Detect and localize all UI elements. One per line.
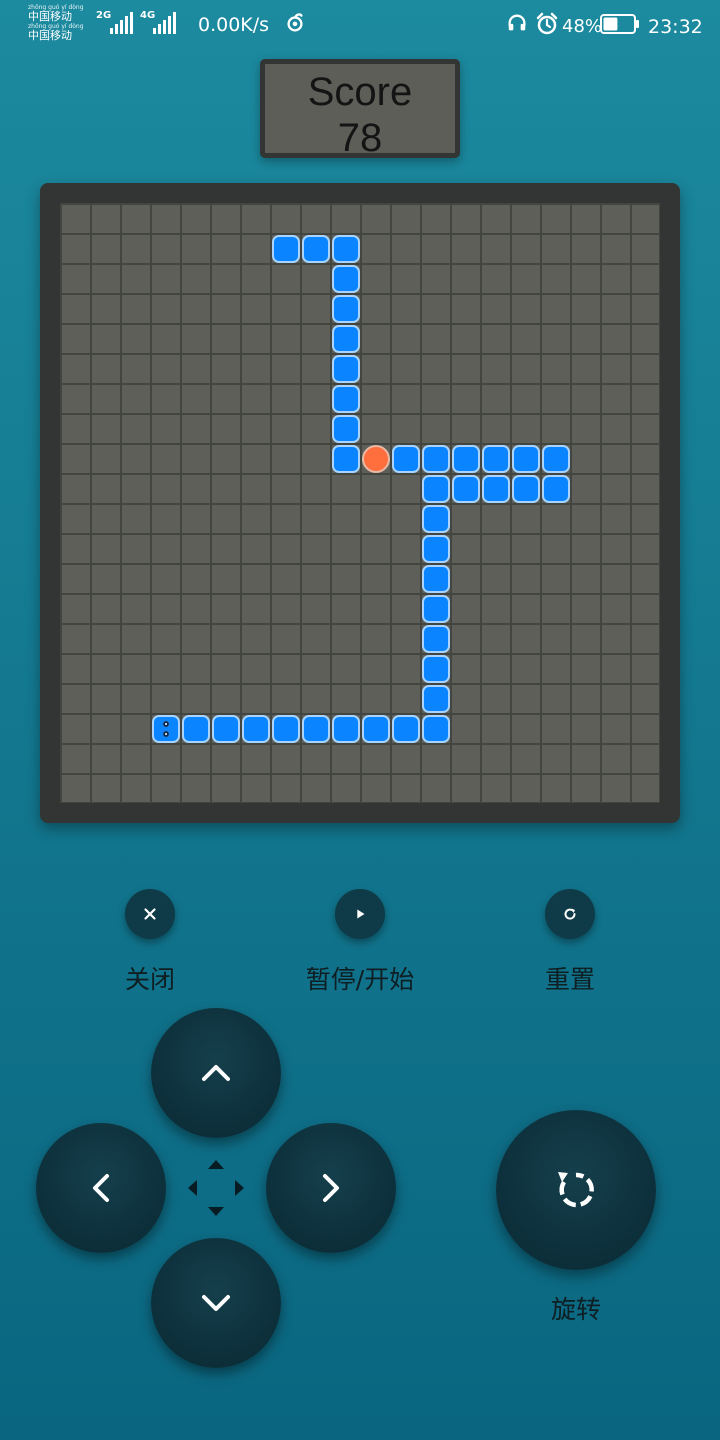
- status-bar: zhōng guó yí dòng 中国移动 zhōng guó yí dòng…: [0, 0, 720, 52]
- snake-segment: [272, 235, 300, 263]
- rotate-icon: [558, 1172, 594, 1208]
- snake-segment: [332, 295, 360, 323]
- snake-eye: [163, 731, 169, 737]
- score-label: Score: [307, 70, 413, 114]
- battery-icon: [600, 14, 639, 34]
- snake-segment: [422, 625, 450, 653]
- snake-segment: [422, 715, 450, 743]
- score-display: Score 78: [260, 59, 460, 158]
- net-speed: 0.00K/s: [198, 14, 270, 36]
- right-button[interactable]: [266, 1123, 396, 1253]
- snake-segment: [422, 655, 450, 683]
- snake-eye: [163, 721, 169, 727]
- rotate-label: 旋转: [550, 1295, 601, 1324]
- snake-segment: [422, 505, 450, 533]
- carrier-pinyin-2: zhōng guó yí dòng: [28, 23, 84, 30]
- snake-segment: [302, 715, 330, 743]
- snake-segment: [332, 445, 360, 473]
- carrier-info: zhōng guó yí dòng 中国移动 zhōng guó yí dòng…: [28, 4, 84, 42]
- play-icon: [357, 909, 365, 919]
- snake-segment: [422, 595, 450, 623]
- snake-segment: [542, 445, 570, 473]
- snake-segment: [452, 445, 480, 473]
- rotate-button[interactable]: [496, 1110, 656, 1270]
- wind-icon: [287, 13, 303, 32]
- refresh-icon: [564, 908, 576, 920]
- snake-segment: [422, 445, 450, 473]
- chevron-up-icon: [202, 1065, 230, 1081]
- snake-segment: [332, 265, 360, 293]
- snake-segment: [332, 355, 360, 383]
- snake-segment: [512, 445, 540, 473]
- headset-icon: [508, 14, 526, 31]
- carrier-name-2: 中国移动: [28, 29, 72, 42]
- close-icon: [144, 908, 156, 920]
- snake-segment: [212, 715, 240, 743]
- game-board-frame: [40, 183, 680, 823]
- snake-segment: [392, 715, 420, 743]
- snake-segment: [302, 235, 330, 263]
- snake-segment: [422, 535, 450, 563]
- snake-segment: [332, 325, 360, 353]
- snake-segment: [482, 445, 510, 473]
- left-button[interactable]: [36, 1123, 166, 1253]
- pause-start-button[interactable]: [335, 889, 385, 939]
- snake-segment: [272, 715, 300, 743]
- snake-segment: [182, 715, 210, 743]
- snake-segment: [422, 475, 450, 503]
- score-value: 78: [337, 116, 383, 158]
- snake-segment: [332, 385, 360, 413]
- alarm-icon: [536, 12, 558, 35]
- snake-segment: [242, 715, 270, 743]
- snake-segment: [452, 475, 480, 503]
- clock: 23:32: [648, 16, 703, 38]
- carrier-pinyin-1: zhōng guó yí dòng: [28, 4, 84, 11]
- snake-segment: [512, 475, 540, 503]
- snake-segment: [482, 475, 510, 503]
- close-label: 关闭: [124, 965, 175, 994]
- up-button[interactable]: [151, 1008, 281, 1138]
- pause-start-label: 暂停/开始: [305, 965, 415, 994]
- signal-icon: [110, 12, 133, 34]
- signal-icon-2: [153, 12, 176, 34]
- close-button[interactable]: [125, 889, 175, 939]
- snake-segment: [392, 445, 420, 473]
- snake-segment: [422, 565, 450, 593]
- game-board: [60, 203, 660, 803]
- dpad-arrows-icon: [188, 1160, 244, 1216]
- network-type-2g: 2G: [96, 10, 112, 21]
- snake-segment: [422, 685, 450, 713]
- reset-button[interactable]: [545, 889, 595, 939]
- carrier-name-1: 中国移动: [28, 10, 72, 23]
- chevron-down-icon: [202, 1295, 230, 1311]
- snake-segment: [332, 235, 360, 263]
- chevron-left-icon: [93, 1174, 109, 1202]
- battery-percent: 48%: [562, 16, 603, 37]
- snake-segment: [332, 715, 360, 743]
- chevron-right-icon: [323, 1174, 339, 1202]
- food-pellet: [362, 445, 390, 473]
- snake-segment: [362, 715, 390, 743]
- snake-segment: [542, 475, 570, 503]
- snake-head: [152, 715, 180, 743]
- snake-segment: [332, 415, 360, 443]
- reset-label: 重置: [544, 965, 595, 994]
- down-button[interactable]: [151, 1238, 281, 1368]
